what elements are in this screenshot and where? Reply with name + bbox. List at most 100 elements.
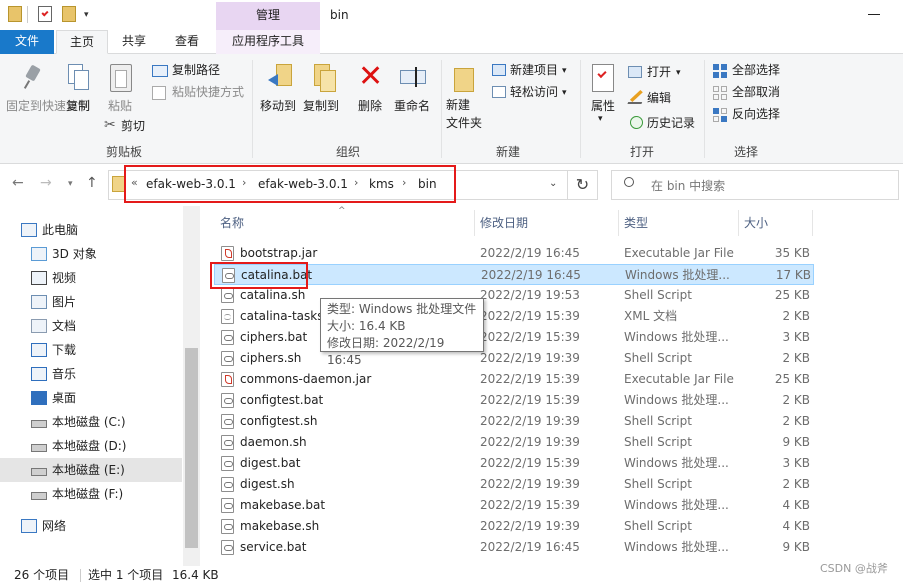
up-icon[interactable]: ↑ <box>86 175 98 191</box>
script-file-icon <box>221 540 234 555</box>
script-file-icon <box>221 456 234 471</box>
selected-count: 选中 1 个项目 <box>88 568 164 582</box>
tab-share[interactable]: 共享 <box>110 30 158 54</box>
table-row[interactable]: makebase.bat 2022/2/19 15:39 Windows 批处理..… <box>214 495 814 516</box>
table-row[interactable]: digest.bat 2022/2/19 15:39 Windows 批处理... 3… <box>214 453 814 474</box>
table-row[interactable]: commons-daemon.jar 2022/2/19 15:39 Executa… <box>214 369 814 390</box>
column-divider[interactable] <box>738 210 739 236</box>
table-row[interactable]: digest.sh 2022/2/19 19:39 Shell Script 2 KB <box>214 474 814 495</box>
sidebar-item[interactable]: 3D 对象 <box>0 242 182 266</box>
copy-path-button[interactable]: 复制路径 <box>172 60 220 80</box>
sidebar-item[interactable]: 网络 <box>0 514 182 538</box>
table-row[interactable]: configtest.sh 2022/2/19 19:39 Shell Script… <box>214 411 814 432</box>
table-row[interactable]: ciphers.bat 2022/2/19 15:39 Windows 批处理...… <box>214 327 814 348</box>
file-size: 4 KB <box>782 519 810 533</box>
sidebar-item-label: 本地磁盘 (D:) <box>52 439 127 453</box>
easy-access-button[interactable]: 轻松访问 <box>510 82 558 102</box>
script-file-icon <box>221 288 234 303</box>
table-row[interactable]: daemon.sh 2022/2/19 19:39 Shell Script 9 KB <box>214 432 814 453</box>
copy-icon <box>68 64 90 92</box>
sidebar-item[interactable]: 图片 <box>0 290 182 314</box>
sidebar-item[interactable]: 视频 <box>0 266 182 290</box>
new-item-button[interactable]: 新建项目 <box>510 60 558 80</box>
sidebar-item-label: 图片 <box>52 295 77 309</box>
group-divider <box>252 60 253 158</box>
tab-file[interactable]: 文件 <box>0 30 54 54</box>
jar-file-icon <box>221 372 234 387</box>
computer-icon <box>21 223 37 237</box>
rename-button[interactable]: 重命名 <box>394 96 430 116</box>
script-file-icon <box>221 351 234 366</box>
table-row[interactable]: service.bat 2022/2/19 16:45 Windows 批处理...… <box>214 537 814 558</box>
network-icon <box>21 519 37 533</box>
table-row[interactable]: makebase.sh 2022/2/19 19:39 Shell Script 4 … <box>214 516 814 537</box>
jar-file-icon <box>221 246 234 261</box>
tab-home[interactable]: 主页 <box>56 30 108 54</box>
sidebar-item[interactable]: 桌面 <box>0 386 182 410</box>
sidebar-item[interactable]: 本地磁盘 (C:) <box>0 410 182 434</box>
file-modified: 2022/2/19 15:39 <box>480 456 580 470</box>
recent-locations-icon[interactable]: ▾ <box>68 179 73 189</box>
column-modified[interactable]: 修改日期 <box>480 210 528 236</box>
tab-view[interactable]: 查看 <box>160 30 214 54</box>
status-bar: 26 个项目 选中 1 个项目 16.4 KB <box>0 566 903 585</box>
refresh-icon[interactable]: ↻ <box>568 170 598 200</box>
forward-icon[interactable]: → <box>40 175 52 191</box>
quick-access-dropdown-icon[interactable]: ▾ <box>84 10 89 20</box>
file-type: Windows 批处理... <box>625 268 730 282</box>
column-name[interactable]: 名称 <box>220 210 244 236</box>
file-modified: 2022/2/19 19:39 <box>480 519 580 533</box>
invert-selection-button[interactable]: 反向选择 <box>732 104 780 124</box>
minimize-icon[interactable] <box>868 14 880 15</box>
sidebar-item[interactable]: 本地磁盘 (F:) <box>0 482 182 506</box>
new-folder-button[interactable]: 新建 文件夹 <box>446 96 482 132</box>
select-none-button[interactable]: 全部取消 <box>732 82 780 102</box>
chevron-down-icon: ▾ <box>676 68 681 78</box>
column-divider[interactable] <box>474 210 475 236</box>
sidebar-item[interactable]: 文档 <box>0 314 182 338</box>
group-divider <box>441 60 442 158</box>
file-size: 9 KB <box>782 540 810 554</box>
cut-button[interactable]: 剪切 <box>121 116 145 136</box>
sidebar-item[interactable]: 此电脑 <box>0 218 182 242</box>
move-to-icon <box>268 64 294 94</box>
address-dropdown-icon[interactable]: ⌄ <box>549 178 557 189</box>
navigation-pane: 此电脑 3D 对象 视频图片文档 下载 音乐 桌面 本地磁盘 (C:) 本地磁盘 (D:) 本地… <box>0 206 196 566</box>
properties-quick-icon[interactable] <box>38 6 52 22</box>
properties-button[interactable]: 属性 <box>591 96 615 116</box>
table-row[interactable]: bootstrap.jar 2022/2/19 16:45 Executable J… <box>214 243 814 264</box>
table-row[interactable]: configtest.bat 2022/2/19 15:39 Windows 批处理… <box>214 390 814 411</box>
file-size: 2 KB <box>782 393 810 407</box>
column-type[interactable]: 类型 <box>624 210 648 236</box>
back-icon[interactable]: ← <box>12 175 24 191</box>
table-row[interactable]: catalina-tasks. 2022/2/19 15:39 XML 文档 2 KB <box>214 306 814 327</box>
delete-button[interactable]: 删除 <box>358 96 382 116</box>
pin-quick-access-button[interactable]: 固定到快速访问 <box>4 98 90 114</box>
move-to-button[interactable]: 移动到 <box>260 96 296 116</box>
edit-button[interactable]: 编辑 <box>647 88 671 108</box>
paste-button[interactable]: 粘贴 <box>108 96 132 116</box>
column-size[interactable]: 大小 <box>744 210 768 236</box>
file-type: XML 文档 <box>624 309 678 323</box>
copy-to-button[interactable]: 复制到 <box>303 96 339 116</box>
sidebar-item[interactable]: 本地磁盘 (D:) <box>0 434 182 458</box>
file-modified: 2022/2/19 19:39 <box>480 477 580 491</box>
column-divider[interactable] <box>618 210 619 236</box>
group-divider <box>704 60 705 158</box>
history-button[interactable]: 历史记录 <box>647 113 695 133</box>
copy-button[interactable]: 复制 <box>66 96 90 116</box>
new-folder-quick-icon[interactable] <box>62 6 76 22</box>
context-tab-manage[interactable]: 管理 <box>216 2 320 30</box>
column-divider[interactable] <box>812 210 813 236</box>
tab-app-tools[interactable]: 应用程序工具 <box>216 30 320 54</box>
sidebar-item[interactable]: 下载 <box>0 338 182 362</box>
sidebar-item[interactable]: 本地磁盘 (E:) <box>0 458 182 482</box>
select-all-button[interactable]: 全部选择 <box>732 60 780 80</box>
file-modified: 2022/2/19 15:39 <box>480 498 580 512</box>
open-button[interactable]: 打开 <box>647 62 671 82</box>
nav-scrollbar-thumb[interactable] <box>185 348 198 548</box>
paste-shortcut-button[interactable]: 粘贴快捷方式 <box>172 82 244 102</box>
documents-icon <box>31 319 47 333</box>
sidebar-item[interactable]: 音乐 <box>0 362 182 386</box>
table-row[interactable]: ciphers.sh 2022/2/19 19:39 Shell Script 2 K… <box>214 348 814 369</box>
